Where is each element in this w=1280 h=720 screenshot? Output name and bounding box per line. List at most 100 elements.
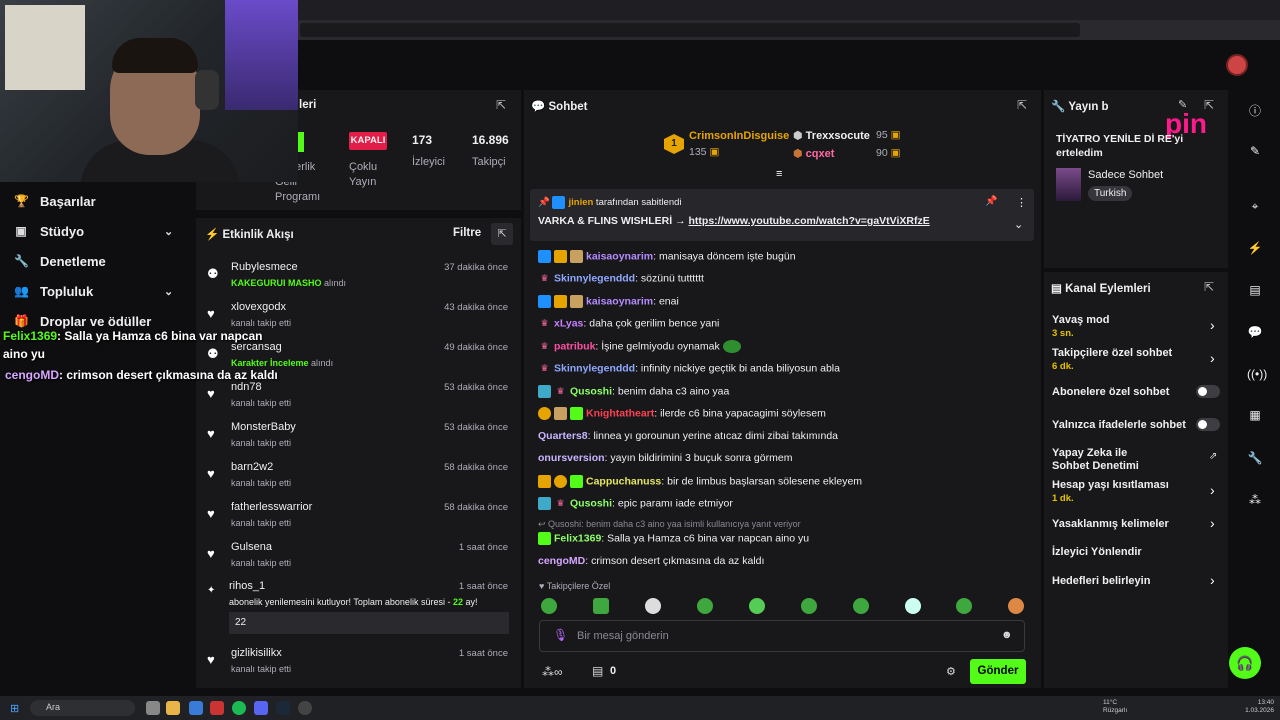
- emote-10[interactable]: [1008, 598, 1024, 614]
- chevron-down-icon[interactable]: ⌄: [1014, 218, 1023, 231]
- subscribers-only-toggle[interactable]: [1196, 385, 1220, 398]
- send-button[interactable]: Gönder: [970, 659, 1026, 684]
- chat-username[interactable]: Felix1369: [554, 532, 601, 544]
- more-options-icon[interactable]: ⋮: [1016, 196, 1027, 209]
- popout-icon[interactable]: ⇱: [1017, 98, 1027, 112]
- leaderboard-user[interactable]: CrimsonInDisguise: [689, 130, 789, 142]
- opera-icon[interactable]: [210, 701, 224, 715]
- emote-8[interactable]: [905, 598, 921, 614]
- emote-6[interactable]: [801, 598, 817, 614]
- lightning-icon[interactable]: ⚡: [1247, 241, 1263, 257]
- obs-icon[interactable]: [298, 701, 312, 715]
- chat-username[interactable]: Knightatheart: [586, 407, 654, 419]
- pinned-link[interactable]: https://www.youtube.com/watch?v=gaVtViXR…: [689, 215, 930, 227]
- chat-username[interactable]: Qusoshi: [570, 497, 612, 509]
- community-icon[interactable]: ⁂: [1247, 493, 1263, 509]
- steam-icon[interactable]: [276, 701, 290, 715]
- chat-username[interactable]: Cappuchanuss: [586, 475, 661, 487]
- broadcast-icon[interactable]: ((•)): [1247, 367, 1267, 383]
- emote-3[interactable]: [645, 598, 661, 614]
- file-explorer-icon[interactable]: [166, 701, 180, 715]
- chevron-right-icon[interactable]: ›: [1210, 317, 1215, 333]
- account-age-item[interactable]: Hesap yaşı kısıtlaması 1 dk.: [1052, 479, 1169, 505]
- ai-moderation-item[interactable]: Yapay Zeka ile Sohbet Denetimi: [1052, 447, 1162, 473]
- leaderboard-user[interactable]: Trexxsocute: [806, 130, 870, 142]
- chat-icon[interactable]: 💬: [1247, 325, 1263, 341]
- banned-words-item[interactable]: Yasaklanmış kelimeler: [1052, 518, 1169, 531]
- windows-start-icon[interactable]: ⊞: [10, 702, 19, 715]
- category-thumbnail[interactable]: [1056, 168, 1081, 201]
- activity-user[interactable]: Gulsena: [231, 541, 272, 553]
- activity-user[interactable]: rihos_1: [229, 580, 265, 592]
- popout-icon[interactable]: ⇱: [496, 98, 506, 112]
- popout-icon[interactable]: ⇱: [1204, 280, 1214, 294]
- emote-only-toggle[interactable]: [1196, 418, 1220, 431]
- sidebar-item-drops[interactable]: 🎁 Droplar ve ödüller: [14, 311, 151, 331]
- stats-panel-title: leri: [299, 99, 317, 111]
- weather-widget[interactable]: 11°C Rüzgarlı: [1103, 699, 1127, 715]
- emote-5[interactable]: [749, 598, 765, 614]
- chat-username[interactable]: Quarters8: [538, 430, 588, 442]
- user-avatar[interactable]: [1226, 54, 1248, 76]
- settings-gear-icon[interactable]: ⚙: [946, 665, 956, 678]
- edit-icon[interactable]: ✎: [1178, 98, 1187, 111]
- popout-icon[interactable]: ⇱: [1204, 98, 1214, 112]
- taskbar-search[interactable]: Ara: [30, 700, 135, 716]
- chevron-right-icon[interactable]: ›: [1210, 482, 1215, 498]
- info-icon[interactable]: ⓘ: [1247, 102, 1263, 118]
- emoji-icon[interactable]: ☻: [1001, 629, 1013, 641]
- emote-7[interactable]: [853, 598, 869, 614]
- pen-icon[interactable]: ✎: [1247, 144, 1263, 160]
- unpin-icon[interactable]: 📌: [985, 196, 997, 207]
- chat-username[interactable]: kaisaoynarim: [586, 250, 653, 262]
- chat-username[interactable]: Skinnylegenddd: [554, 362, 635, 374]
- address-bar[interactable]: [300, 23, 1080, 37]
- filter-button[interactable]: Filtre: [453, 227, 481, 239]
- microphone-icon[interactable]: 🎙: [553, 628, 568, 642]
- expand-leaderboard-icon[interactable]: ≡: [776, 168, 782, 180]
- sidebar-item-community[interactable]: 👥 Topluluk ⌄: [14, 281, 173, 301]
- wrench-icon[interactable]: 🔧: [1247, 451, 1263, 467]
- slow-mode-item[interactable]: Yavaş mod 3 sn.: [1052, 314, 1109, 340]
- leaderboard-user[interactable]: cqxet: [806, 148, 835, 160]
- external-link-icon[interactable]: ⇗: [1209, 451, 1217, 462]
- chevron-right-icon[interactable]: ›: [1210, 350, 1215, 366]
- emote-9[interactable]: [956, 598, 972, 614]
- chat-username[interactable]: Skinnylegenddd: [554, 272, 635, 284]
- browser-icon[interactable]: [189, 701, 203, 715]
- chat-username[interactable]: patribuk: [554, 340, 595, 352]
- activity-user[interactable]: gizlikisilikx: [231, 647, 282, 659]
- task-view-icon[interactable]: [146, 701, 160, 715]
- chat-username[interactable]: xLyas: [554, 317, 583, 329]
- emote-2[interactable]: [593, 598, 609, 614]
- activity-user[interactable]: ndn78: [231, 381, 262, 393]
- sidebar-item-moderation[interactable]: 🔧 Denetleme: [14, 251, 106, 271]
- document-icon[interactable]: ▤: [1247, 283, 1263, 299]
- chevron-right-icon[interactable]: ›: [1210, 515, 1215, 531]
- discord-icon[interactable]: [254, 701, 268, 715]
- channel-points-icon[interactable]: ⁂∞: [542, 665, 563, 679]
- support-button[interactable]: 🎧: [1229, 647, 1261, 679]
- activity-user[interactable]: barn2w2: [231, 461, 273, 473]
- layout-icon[interactable]: ▦: [1247, 408, 1263, 424]
- store-icon[interactable]: ▤: [592, 664, 603, 678]
- spotify-icon[interactable]: [232, 701, 246, 715]
- emote-4[interactable]: [697, 598, 713, 614]
- set-goals-item[interactable]: Hedefleri belirleyin: [1052, 575, 1150, 588]
- chat-username[interactable]: onursversion: [538, 452, 605, 464]
- chat-username[interactable]: cengoMD: [538, 555, 585, 567]
- activity-user[interactable]: xlovexgodx: [231, 301, 286, 313]
- activity-user[interactable]: Rubylesmece: [231, 261, 298, 273]
- target-icon[interactable]: ⌖: [1247, 199, 1263, 215]
- activity-user[interactable]: MonsterBaby: [231, 421, 296, 433]
- sidebar-item-achievements[interactable]: 🏆 Başarılar: [14, 191, 96, 211]
- raid-item[interactable]: İzleyici Yönlendir: [1052, 546, 1142, 559]
- followers-only-item[interactable]: Takipçilere özel sohbet 6 dk.: [1052, 347, 1172, 373]
- chat-username[interactable]: Qusoshi: [570, 385, 612, 397]
- chevron-right-icon[interactable]: ›: [1210, 572, 1215, 588]
- activity-user[interactable]: fatherlesswarrior: [231, 501, 312, 513]
- sidebar-item-studio[interactable]: ▣ Stüdyo ⌄: [14, 221, 173, 241]
- chat-username[interactable]: kaisaoynarim: [586, 295, 653, 307]
- popout-icon[interactable]: ⇱: [491, 223, 513, 245]
- emote-1[interactable]: [541, 598, 557, 614]
